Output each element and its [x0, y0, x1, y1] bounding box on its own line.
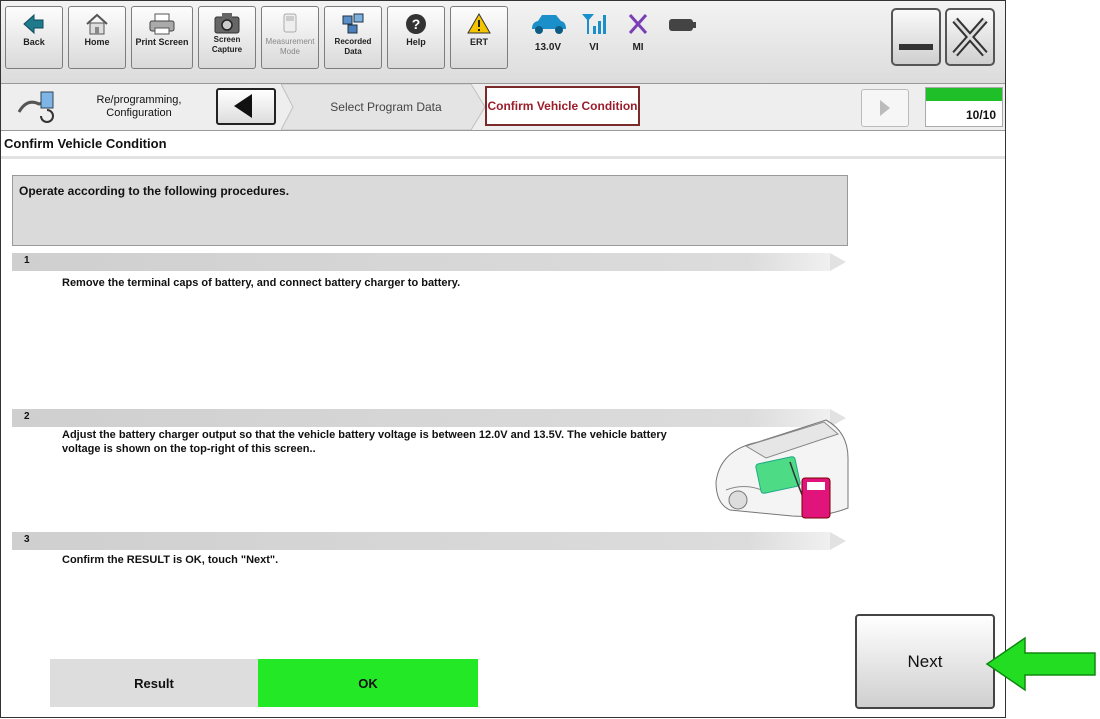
step-header-3: 3 [12, 532, 846, 550]
voltage-value: 13.0V [534, 42, 562, 53]
progress-text: 10/10 [965, 108, 996, 122]
recorded-data-button[interactable]: Recorded Data [324, 6, 382, 69]
screen-capture-label: Screen Capture [211, 35, 243, 54]
right-arrow-icon [880, 100, 890, 116]
step-number: 1 [24, 255, 30, 266]
measurement-icon [283, 13, 297, 33]
recorded-data-icon [342, 13, 364, 34]
mi-label: MI [632, 42, 644, 53]
measurement-mode-button[interactable]: Measurement Mode [261, 6, 319, 69]
step-text-2: Adjust the battery charger output so tha… [62, 429, 667, 455]
disconnected-icon [628, 14, 648, 34]
minimize-icon [899, 44, 933, 50]
instruction-box: Operate according to the following proce… [12, 175, 848, 246]
print-screen-button[interactable]: Print Screen [131, 6, 193, 69]
breadcrumb-item-select-program-data[interactable]: Select Program Data [301, 101, 471, 114]
vi-label: VI [589, 42, 599, 53]
ert-button[interactable]: ERT [450, 6, 508, 69]
title-divider [1, 156, 1005, 159]
breadcrumb-item-reprogramming[interactable]: Re/programming, Configuration [69, 94, 209, 120]
svg-text:?: ? [412, 16, 421, 32]
camera-icon [214, 13, 240, 34]
car-icon [532, 15, 566, 34]
mi-status: MI [623, 11, 653, 53]
back-label: Back [23, 37, 45, 47]
close-icon [952, 17, 988, 57]
progress-indicator: 10/10 [925, 87, 1003, 127]
home-button[interactable]: Home [68, 6, 126, 69]
breadcrumb-item-active: Confirm Vehicle Condition [485, 86, 640, 126]
result-label: Result [50, 659, 258, 707]
home-icon [86, 13, 108, 35]
step-text-1: Remove the terminal caps of battery, and… [62, 277, 461, 289]
battery-icon [669, 19, 696, 31]
vi-status: VI [579, 11, 609, 53]
print-screen-label: Print Screen [135, 37, 189, 47]
warning-icon [467, 13, 491, 34]
progress-fill [926, 88, 1002, 101]
screen-capture-button[interactable]: Screen Capture [198, 6, 256, 69]
measurement-mode-label: Measurement Mode [265, 37, 315, 56]
toolbar: Back Home Print Screen Screen Capture Me… [1, 1, 1005, 84]
help-icon: ? [406, 14, 426, 34]
page-title: Confirm Vehicle Condition [4, 136, 167, 151]
close-button[interactable] [945, 8, 995, 66]
home-label: Home [84, 37, 110, 47]
recorded-data-label: Recorded Data [334, 37, 372, 56]
step-text-3: Confirm the RESULT is OK, touch "Next". [62, 554, 279, 566]
next-button[interactable]: Next [855, 614, 995, 709]
ert-label: ERT [470, 37, 488, 47]
step-number: 3 [24, 534, 30, 545]
battery-charger-illustration [715, 419, 849, 519]
signal-icon [582, 14, 606, 34]
battery-voltage-status: 13.0V [526, 11, 570, 53]
help-label: Help [406, 37, 426, 47]
help-button[interactable]: ? Help [387, 6, 445, 69]
back-arrow-icon [23, 13, 44, 35]
reprogramming-icon [17, 91, 54, 123]
minimize-button[interactable] [891, 8, 941, 66]
battery-indicator [665, 11, 699, 42]
left-arrow-icon [234, 94, 252, 118]
breadcrumb: Re/programming, Configuration Select Pro… [1, 84, 1005, 131]
result-value: OK [258, 659, 478, 707]
green-pointer-arrow-icon [985, 636, 1096, 692]
step-number: 2 [24, 411, 30, 422]
breadcrumb-back-button[interactable] [216, 88, 276, 125]
printer-icon [149, 13, 175, 35]
back-button[interactable]: Back [5, 6, 63, 69]
breadcrumb-forward-button[interactable] [861, 89, 909, 127]
step-header-1: 1 [12, 253, 846, 271]
